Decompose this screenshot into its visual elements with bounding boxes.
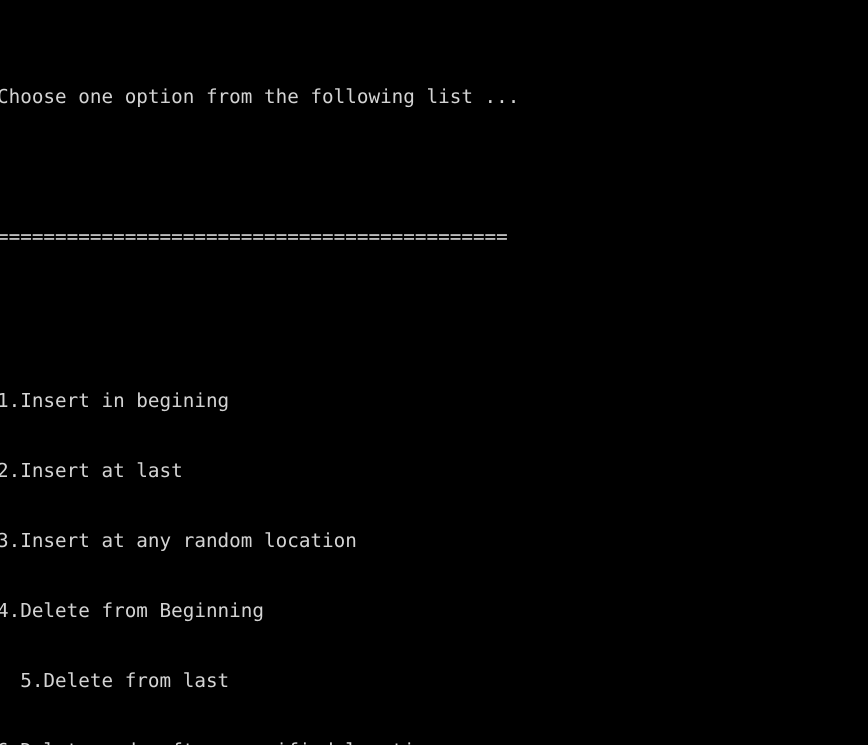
menu-option-4: 4.Delete from Beginning	[0, 598, 264, 622]
terminal-window[interactable]: Choose one option from the following lis…	[0, 0, 868, 745]
menu-option-2: 2.Insert at last	[0, 458, 183, 482]
terminal-separator-line: ========================================…	[0, 225, 508, 249]
menu-option-6: 6.Delete node after specified location	[0, 739, 868, 745]
menu-option-1: 1.Insert in begining	[0, 388, 230, 412]
menu-option-3: 3.Insert at any random location	[0, 528, 357, 552]
terminal-line: Choose one option from the following lis…	[0, 85, 520, 109]
menu-option-5: 5.Delete from last	[0, 668, 230, 692]
terminal-screen-buffer[interactable]: Choose one option from the following lis…	[0, 15, 868, 745]
